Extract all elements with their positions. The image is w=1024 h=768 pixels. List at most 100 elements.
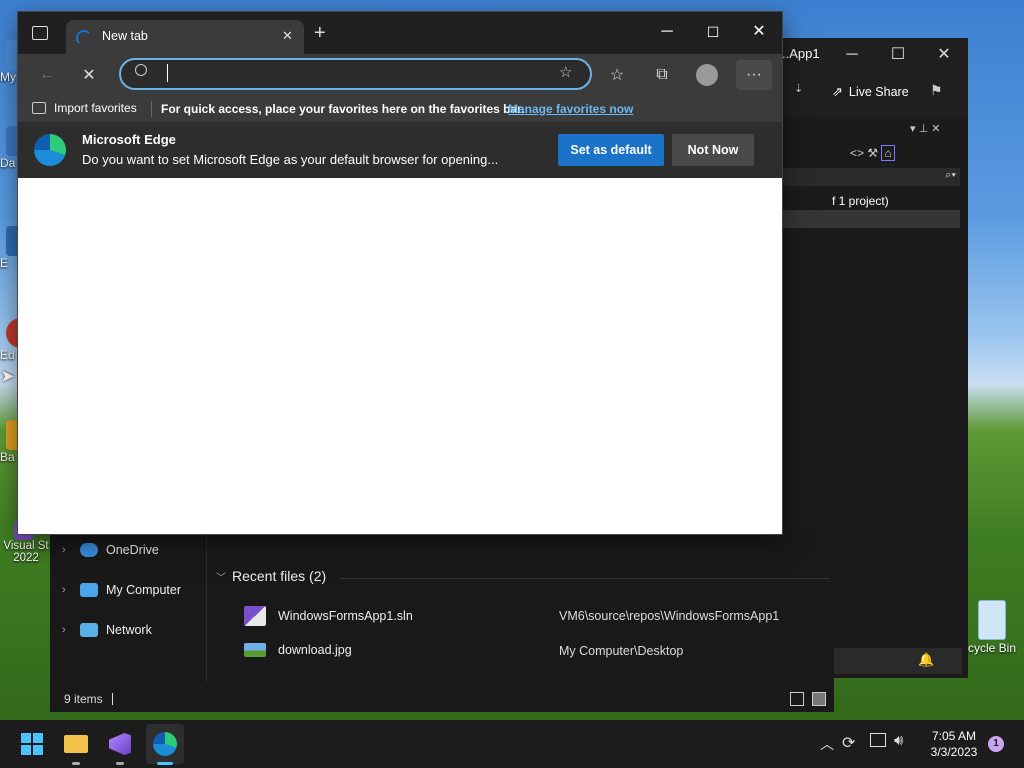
status-divider <box>112 693 113 705</box>
maximize-button[interactable]: ☐ <box>690 18 736 46</box>
file-explorer-taskbar-button[interactable] <box>60 728 92 760</box>
visual-studio-taskbar-button[interactable] <box>104 728 136 760</box>
nav-label: OneDrive <box>106 543 159 557</box>
chevron-right-icon[interactable]: › <box>62 624 72 636</box>
start-button[interactable] <box>16 728 48 760</box>
vs-title-bar: ..App1 ─ ☐ ✕ <box>782 38 968 72</box>
file-row[interactable]: WindowsFormsApp1.sln <box>244 604 413 628</box>
minimize-button[interactable]: ─ <box>644 18 690 46</box>
set-as-default-button[interactable]: Set as default <box>558 134 664 166</box>
close-tab-icon[interactable]: ✕ <box>282 28 293 44</box>
chevron-down-icon: ﹀ <box>216 572 226 584</box>
vs-maximize-button[interactable]: ☐ <box>878 44 918 68</box>
more-menu-button[interactable]: ··· <box>736 60 772 90</box>
folder-icon <box>64 735 88 753</box>
explorer-nav-pane: › OneDrive › My Computer › Network <box>50 530 207 682</box>
show-hidden-icons-button[interactable]: ︿ <box>820 734 834 754</box>
feedback-icon[interactable]: ⚑ <box>930 82 943 99</box>
desktop-icon-label: E <box>0 256 9 270</box>
recent-files-title: Recent files (2) <box>232 568 327 584</box>
close-button[interactable]: ✕ <box>736 18 782 46</box>
share-icon: ⇗ <box>832 84 843 99</box>
page-content <box>18 178 782 534</box>
selected-row[interactable] <box>782 210 960 228</box>
toolbar-icons[interactable]: <> ⚒ ⌂ <box>850 145 895 161</box>
vs-minimize-button[interactable]: ─ <box>832 44 872 68</box>
nav-label: Network <box>106 623 152 637</box>
edge-logo-icon <box>34 134 66 166</box>
section-divider <box>340 578 830 579</box>
desktop-icon-label: Da <box>0 156 16 170</box>
favorites-bar: Import favorites For quick access, place… <box>18 96 782 122</box>
favorites-icon[interactable]: ☆ <box>602 60 632 90</box>
recycle-bin-icon <box>978 600 1006 640</box>
clock[interactable]: 7:05 AM 3/3/2023 <box>922 728 986 760</box>
bell-icon[interactable]: 🔔 <box>918 652 934 668</box>
file-row[interactable]: download.jpg <box>244 638 352 662</box>
edge-icon <box>153 732 177 756</box>
import-favorites-button[interactable]: Import favorites <box>32 101 137 115</box>
import-favorites-label: Import favorites <box>54 101 137 115</box>
recent-files-header[interactable]: ﹀ Recent files (2) <box>216 568 326 584</box>
nav-item-my-computer[interactable]: › My Computer <box>62 578 181 602</box>
collections-icon[interactable]: ⧉ <box>647 60 677 90</box>
avatar-icon <box>696 64 718 86</box>
explorer-status-bar: 9 items <box>50 686 834 712</box>
network-icon[interactable] <box>870 733 886 747</box>
computer-icon <box>80 583 98 597</box>
profile-avatar[interactable] <box>692 60 722 90</box>
nav-label: My Computer <box>106 583 182 597</box>
tab-actions-icon[interactable] <box>32 26 48 40</box>
live-share-button[interactable]: ⇗ Live Share <box>832 84 909 100</box>
volume-icon[interactable]: 🔊︎ <box>894 732 903 749</box>
pin-icon[interactable]: ▾ ⊥ ✕ <box>910 122 940 135</box>
running-indicator <box>72 762 80 765</box>
nav-item-onedrive[interactable]: › OneDrive <box>62 538 159 562</box>
back-button[interactable]: ← <box>32 60 62 90</box>
tiles-view-icon[interactable] <box>812 692 826 706</box>
address-bar[interactable]: ☆ <box>119 58 592 90</box>
image-file-icon <box>244 643 266 657</box>
edge-taskbar-button[interactable] <box>146 724 184 764</box>
visual-studio-icon <box>109 733 131 755</box>
chevron-right-icon[interactable]: › <box>62 544 72 556</box>
manage-favorites-link[interactable]: Manage favorites now <box>508 102 633 116</box>
notification-badge[interactable]: 1 <box>988 736 1004 752</box>
desktop-icon-recycle-bin[interactable]: cycle Bin <box>960 600 1024 655</box>
loading-icon <box>76 30 92 46</box>
nav-item-network[interactable]: › Network <box>62 618 152 642</box>
vs-toolbar: ⇣ ⇗ Live Share ⚑ <box>782 72 968 112</box>
sync-icon[interactable]: ⟳ <box>842 733 855 753</box>
cloud-icon <box>80 543 98 557</box>
dropdown-icon[interactable]: ⇣ <box>794 82 803 95</box>
desktop-icon-label: Ba <box>0 450 15 464</box>
not-now-button[interactable]: Not Now <box>672 134 754 166</box>
running-indicator <box>116 762 124 765</box>
tab-new-tab[interactable]: New tab ✕ <box>66 20 304 54</box>
banner-message: Do you want to set Microsoft Edge as you… <box>82 152 499 167</box>
file-explorer-window: › OneDrive › My Computer › Network ﹀ Rec… <box>50 530 834 712</box>
default-browser-banner: Microsoft Edge Do you want to set Micros… <box>18 122 782 178</box>
new-tab-button[interactable]: + <box>314 22 326 45</box>
favbar-hint: For quick access, place your favorites h… <box>161 102 525 116</box>
vs-search-bar[interactable]: ⌕▾ <box>782 168 960 186</box>
add-favorite-icon[interactable]: ☆ <box>559 63 572 81</box>
search-icon: ⌕▾ <box>945 169 956 181</box>
vs-close-button[interactable]: ✕ <box>924 44 964 68</box>
item-count: 9 items <box>64 692 103 706</box>
edge-window: New tab ✕ + ─ ☐ ✕ ← ✕ ☆ ☆ ⧉ ··· Import f… <box>18 12 782 534</box>
live-share-label: Live Share <box>848 85 909 99</box>
details-view-icon[interactable] <box>790 692 804 706</box>
edge-toolbar: ← ✕ ☆ ☆ ⧉ ··· <box>18 54 782 96</box>
active-indicator <box>157 762 173 765</box>
edge-title-bar: New tab ✕ + ─ ☐ ✕ <box>18 12 782 54</box>
file-path: My Computer\Desktop <box>559 644 684 658</box>
text-caret <box>167 64 168 82</box>
clock-time: 7:05 AM <box>931 729 977 743</box>
chevron-right-icon[interactable]: › <box>62 584 72 596</box>
solution-file-icon <box>244 606 266 626</box>
import-icon <box>32 102 46 114</box>
search-icon <box>135 64 147 76</box>
banner-title: Microsoft Edge <box>82 132 176 147</box>
stop-loading-button[interactable]: ✕ <box>74 60 104 90</box>
